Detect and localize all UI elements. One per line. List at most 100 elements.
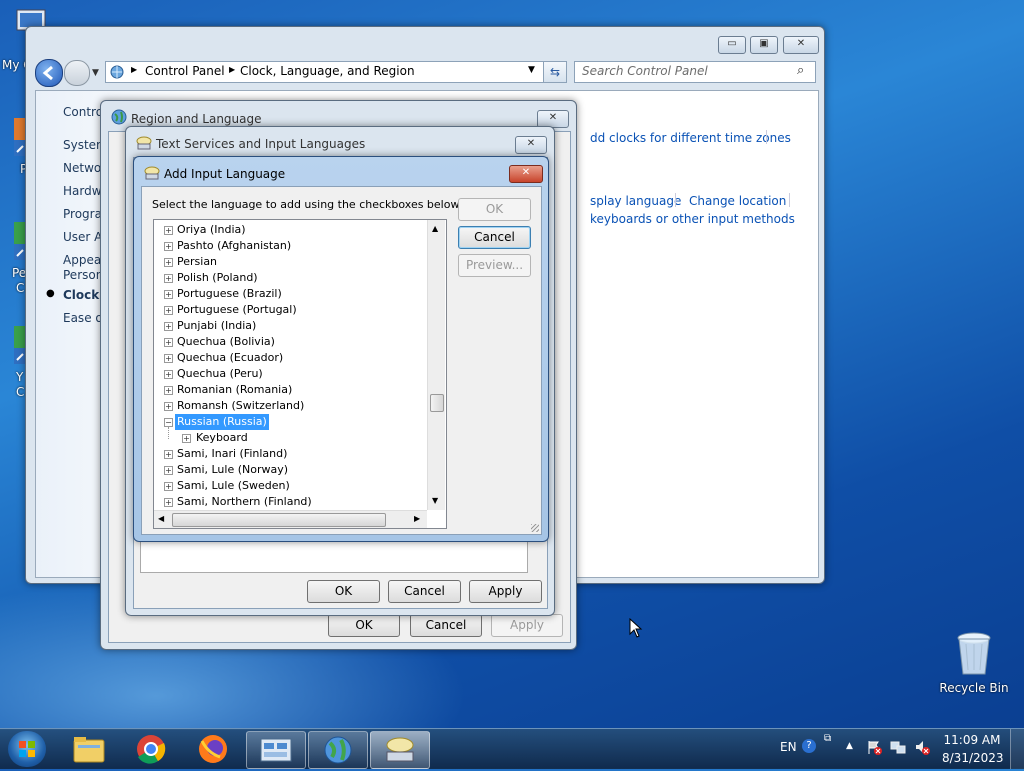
taskbar-text-services[interactable] — [370, 731, 430, 769]
preview-button[interactable]: Preview... — [458, 254, 531, 277]
expand-icon[interactable]: + — [164, 386, 173, 395]
link-change-keyboards[interactable]: keyboards or other input methods — [590, 212, 795, 226]
expand-icon[interactable]: + — [164, 466, 173, 475]
help-icon[interactable]: ? — [802, 739, 816, 753]
expand-icon[interactable]: + — [164, 354, 173, 363]
breadcrumb-separator-icon: ▶ — [131, 65, 138, 74]
show-desktop-button[interactable] — [1010, 729, 1024, 769]
control-panel-icon — [260, 738, 292, 762]
firefox-icon — [199, 735, 227, 763]
expand-icon[interactable]: + — [164, 274, 173, 283]
add-input-dialog-title: Add Input Language — [164, 167, 286, 181]
back-button[interactable] — [35, 59, 63, 87]
forward-button[interactable] — [64, 60, 90, 86]
taskbar-file-explorer[interactable] — [60, 731, 118, 767]
start-button[interactable] — [8, 731, 46, 767]
vertical-scroll-thumb[interactable] — [430, 394, 444, 412]
link-separator — [766, 130, 767, 144]
region-cancel-button[interactable]: Cancel — [410, 614, 482, 637]
text-services-apply-button[interactable]: Apply — [469, 580, 542, 603]
network-icon[interactable] — [890, 739, 906, 755]
taskbar: EN ? ⧉ ▲ 11:09 AM 8/31/2023 — [0, 728, 1024, 769]
expand-icon[interactable]: + — [182, 434, 191, 443]
desktop-icon-recycle-bin[interactable]: Recycle Bin — [939, 630, 1009, 695]
text-services-ok-button[interactable]: OK — [307, 580, 380, 603]
expand-icon[interactable]: + — [164, 258, 173, 267]
scroll-down-arrow-icon[interactable]: ▼ — [432, 496, 438, 505]
expand-icon[interactable]: + — [164, 290, 173, 299]
add-input-cancel-button[interactable]: Cancel — [458, 226, 531, 249]
keyboard-language-icon — [386, 737, 414, 762]
expand-icon[interactable]: + — [164, 226, 173, 235]
taskbar-control-panel[interactable] — [246, 731, 306, 769]
text-services-close-button[interactable]: ✕ — [515, 136, 547, 154]
desktop-icon-label: C — [16, 385, 25, 399]
breadcrumb-clock-language-region[interactable]: Clock, Language, and Region — [240, 64, 415, 78]
keyboard-language-icon — [144, 166, 160, 180]
expand-icon[interactable]: + — [164, 498, 173, 507]
scroll-left-arrow-icon[interactable]: ◀ — [158, 514, 164, 523]
windows-logo-icon — [19, 741, 35, 757]
horizontal-scroll-thumb[interactable] — [172, 513, 386, 527]
refresh-button[interactable]: ⇆ — [543, 61, 567, 83]
expand-icon[interactable]: + — [164, 322, 173, 331]
vertical-scrollbar[interactable]: ▲ ▼ — [427, 220, 445, 510]
language-tree[interactable]: + Oriya (India) + Pashto (Afghanistan) + Pe… — [153, 219, 447, 529]
expand-icon[interactable]: + — [164, 402, 173, 411]
clock-time[interactable]: 11:09 AM — [942, 733, 1002, 747]
link-add-clocks[interactable]: dd clocks for different time zones — [590, 131, 791, 145]
link-change-display-language[interactable]: splay language — [590, 194, 681, 208]
breadcrumb-separator-icon: ▶ — [229, 65, 236, 74]
taskbar-firefox[interactable] — [184, 731, 242, 767]
expand-icon[interactable]: + — [164, 338, 173, 347]
action-center-flag-icon[interactable] — [866, 739, 882, 755]
search-icon: ⌕ — [797, 63, 805, 78]
address-dropdown-icon[interactable]: ▼ — [528, 65, 535, 75]
sidebar-item-network[interactable]: Netwo — [63, 161, 101, 175]
address-bar[interactable]: ▶ Control Panel ▶ Clock, Language, and R… — [105, 61, 544, 83]
collapse-icon[interactable]: − — [164, 418, 173, 427]
expand-icon[interactable]: + — [164, 306, 173, 315]
recycle-bin-label: Recycle Bin — [939, 681, 1009, 695]
language-bar-options-icon[interactable]: ⧉ — [824, 733, 831, 744]
globe-icon — [111, 109, 127, 125]
sidebar-item-programs[interactable]: Progra — [63, 207, 102, 221]
expand-icon[interactable]: + — [164, 370, 173, 379]
resize-grip-icon[interactable] — [531, 524, 539, 532]
input-language-indicator[interactable]: EN — [780, 740, 797, 754]
recent-pages-chevron-icon[interactable]: ▼ — [92, 68, 99, 78]
minimize-button[interactable]: ▭ — [718, 36, 746, 54]
instruction-text: Select the language to add using the che… — [152, 198, 462, 211]
mouse-cursor-icon — [629, 618, 643, 638]
taskbar-chrome[interactable] — [122, 731, 180, 767]
region-ok-button[interactable]: OK — [328, 614, 400, 637]
list-box-bottom — [140, 538, 528, 573]
horizontal-scrollbar[interactable]: ◀ ▶ — [154, 510, 427, 528]
add-input-ok-button[interactable]: OK — [458, 198, 531, 221]
breadcrumb-control-panel[interactable]: Control Panel — [145, 64, 225, 78]
back-arrow-icon — [42, 65, 53, 81]
search-input[interactable]: Search Control Panel ⌕ — [574, 61, 816, 83]
globe-icon — [324, 736, 352, 764]
link-change-location[interactable]: Change location — [689, 194, 786, 208]
add-input-close-button[interactable]: ✕ — [509, 165, 543, 183]
maximize-button[interactable]: ▣ — [750, 36, 778, 54]
expand-icon[interactable]: + — [164, 450, 173, 459]
text-services-cancel-button[interactable]: Cancel — [388, 580, 461, 603]
taskbar-region-language[interactable] — [308, 731, 368, 769]
tree-connector — [168, 427, 170, 439]
show-hidden-icons-chevron-icon[interactable]: ▲ — [846, 741, 853, 751]
volume-muted-icon[interactable] — [914, 739, 930, 755]
scroll-up-arrow-icon[interactable]: ▲ — [432, 224, 438, 233]
clock-date[interactable]: 8/31/2023 — [942, 751, 1004, 765]
recycle-bin-icon — [957, 632, 991, 675]
close-button[interactable]: ✕ — [783, 36, 819, 54]
scroll-right-arrow-icon[interactable]: ▶ — [414, 514, 420, 523]
expand-icon[interactable]: + — [164, 242, 173, 251]
region-apply-button[interactable]: Apply — [491, 614, 563, 637]
expand-icon[interactable]: + — [164, 482, 173, 491]
current-item-bullet-icon: ● — [46, 288, 55, 299]
control-panel-icon — [110, 65, 124, 79]
region-dialog-title: Region and Language — [131, 112, 262, 126]
add-input-language-dialog: Add Input Language ✕ Select the language… — [133, 156, 549, 542]
